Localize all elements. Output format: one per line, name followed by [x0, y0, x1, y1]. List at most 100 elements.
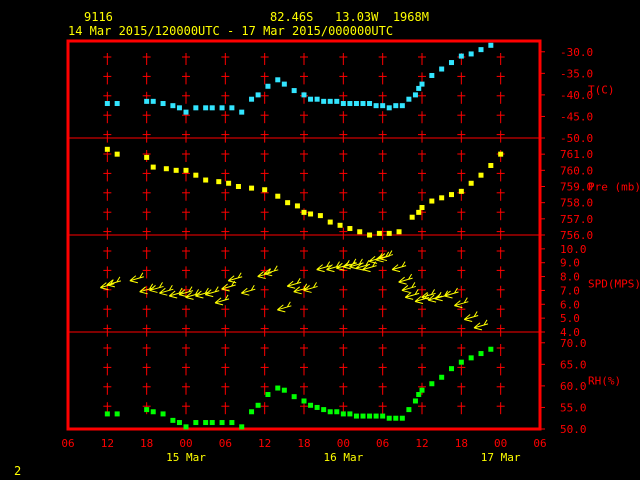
- wind-barb: [106, 276, 122, 288]
- wind-barb-shaft: [463, 311, 479, 323]
- temperature-point: [468, 51, 474, 57]
- temperature-point: [412, 92, 418, 98]
- humidity-point: [399, 415, 405, 421]
- x-tick-label: 00: [494, 437, 507, 450]
- x-tick-label: 12: [258, 437, 271, 450]
- pressure-point: [226, 180, 232, 186]
- humidity-point: [386, 415, 392, 421]
- x-tick-label: 06: [61, 437, 74, 450]
- temperature-point: [406, 96, 412, 102]
- pressure-point: [468, 180, 474, 186]
- temperature-point: [219, 105, 225, 111]
- temperature-point: [193, 105, 199, 111]
- temperature-point: [429, 72, 435, 78]
- y-tick-label: 758.0: [560, 197, 593, 210]
- y-tick-label: 6.0: [560, 298, 580, 311]
- humidity-point: [416, 392, 422, 398]
- pressure-point: [163, 166, 169, 172]
- temperature-point: [393, 103, 399, 109]
- wind-barb: [129, 272, 144, 284]
- humidity-point: [373, 413, 379, 419]
- humidity-point: [353, 413, 359, 419]
- wind-barb-shaft: [214, 294, 230, 306]
- y-tick-label: -30.0: [560, 46, 593, 59]
- y-tick-label: 70.0: [560, 337, 587, 350]
- humidity-point: [360, 413, 366, 419]
- pressure-point: [173, 167, 179, 173]
- panel-label: RH(%): [588, 375, 621, 388]
- y-tick-label: -50.0: [560, 132, 593, 145]
- panel-label: Pre (mb): [588, 181, 640, 194]
- humidity-point: [308, 402, 314, 408]
- humidity-point: [150, 409, 156, 415]
- temperature-point: [478, 47, 484, 53]
- humidity-point: [327, 409, 333, 415]
- temperature-point: [291, 88, 297, 94]
- temperature-point: [265, 83, 271, 89]
- humidity-point: [104, 411, 110, 417]
- pressure-point: [144, 154, 150, 160]
- humidity-point: [340, 411, 346, 417]
- y-tick-label: 760.0: [560, 164, 593, 177]
- humidity-point: [439, 374, 445, 380]
- humidity-point: [347, 411, 353, 417]
- wind-barb-shaft: [129, 272, 144, 284]
- temperature-point: [419, 81, 425, 87]
- temperature-point: [183, 109, 189, 115]
- temperature-point: [150, 98, 156, 104]
- pressure-point: [376, 230, 382, 236]
- pressure-point: [488, 162, 494, 168]
- meteogram: 06 12 18 00 06 12 18 00 06 12 18 00 06 15 Mar 16 Mar 17…: [61, 39, 640, 464]
- wind-barb-shaft: [473, 319, 489, 331]
- pressure-point: [429, 198, 435, 204]
- humidity-point: [301, 398, 307, 404]
- temperature-point: [353, 101, 359, 107]
- pressure-point: [416, 209, 422, 215]
- humidity-point: [275, 385, 281, 391]
- temperature-point: [301, 92, 307, 98]
- y-tick-label: 7.0: [560, 284, 580, 297]
- wind-barb-shaft: [204, 286, 220, 298]
- humidity-point: [419, 387, 425, 393]
- panel-label: SPD(MPS): [588, 278, 640, 291]
- wind-barb: [391, 261, 407, 273]
- humidity-point: [255, 402, 261, 408]
- humidity-point: [160, 411, 166, 417]
- y-tick-label: 5.0: [560, 312, 580, 325]
- humidity-point: [478, 351, 484, 357]
- y-tick-label: 55.0: [560, 401, 587, 414]
- humidity-point: [291, 394, 297, 400]
- panel-label: T(C): [588, 84, 615, 97]
- wind-barb: [277, 301, 292, 313]
- pressure-point: [308, 211, 314, 217]
- date-label: 15 Mar: [166, 451, 206, 464]
- humidity-point: [393, 415, 399, 421]
- pressure-point: [216, 179, 222, 185]
- pressure-point: [367, 232, 373, 238]
- temperature-point: [449, 60, 454, 66]
- humidity-point: [193, 420, 199, 426]
- temperature-point: [239, 109, 245, 115]
- pressure-point: [347, 226, 353, 232]
- y-tick-label: 761.0: [560, 148, 593, 161]
- pressure-point: [458, 188, 464, 194]
- temperature-point: [314, 96, 320, 102]
- pressure-point: [235, 184, 241, 189]
- humidity-point: [114, 411, 120, 417]
- temperature-point: [176, 105, 182, 111]
- wind-barb: [303, 282, 318, 293]
- humidity-point: [458, 359, 464, 365]
- humidity-point: [429, 381, 435, 387]
- temperature-point: [347, 101, 353, 107]
- y-tick-label: -45.0: [560, 110, 593, 123]
- pressure-point: [419, 205, 425, 211]
- y-tick-label: -35.0: [560, 67, 593, 80]
- humidity-point: [239, 424, 245, 430]
- x-tick-label: 06: [219, 437, 232, 450]
- temperature-point: [209, 105, 215, 111]
- temperature-point: [360, 101, 366, 107]
- pressure-point: [498, 151, 504, 157]
- pressure-point: [478, 172, 484, 178]
- wind-barb: [240, 284, 256, 296]
- pressure-point: [114, 151, 120, 157]
